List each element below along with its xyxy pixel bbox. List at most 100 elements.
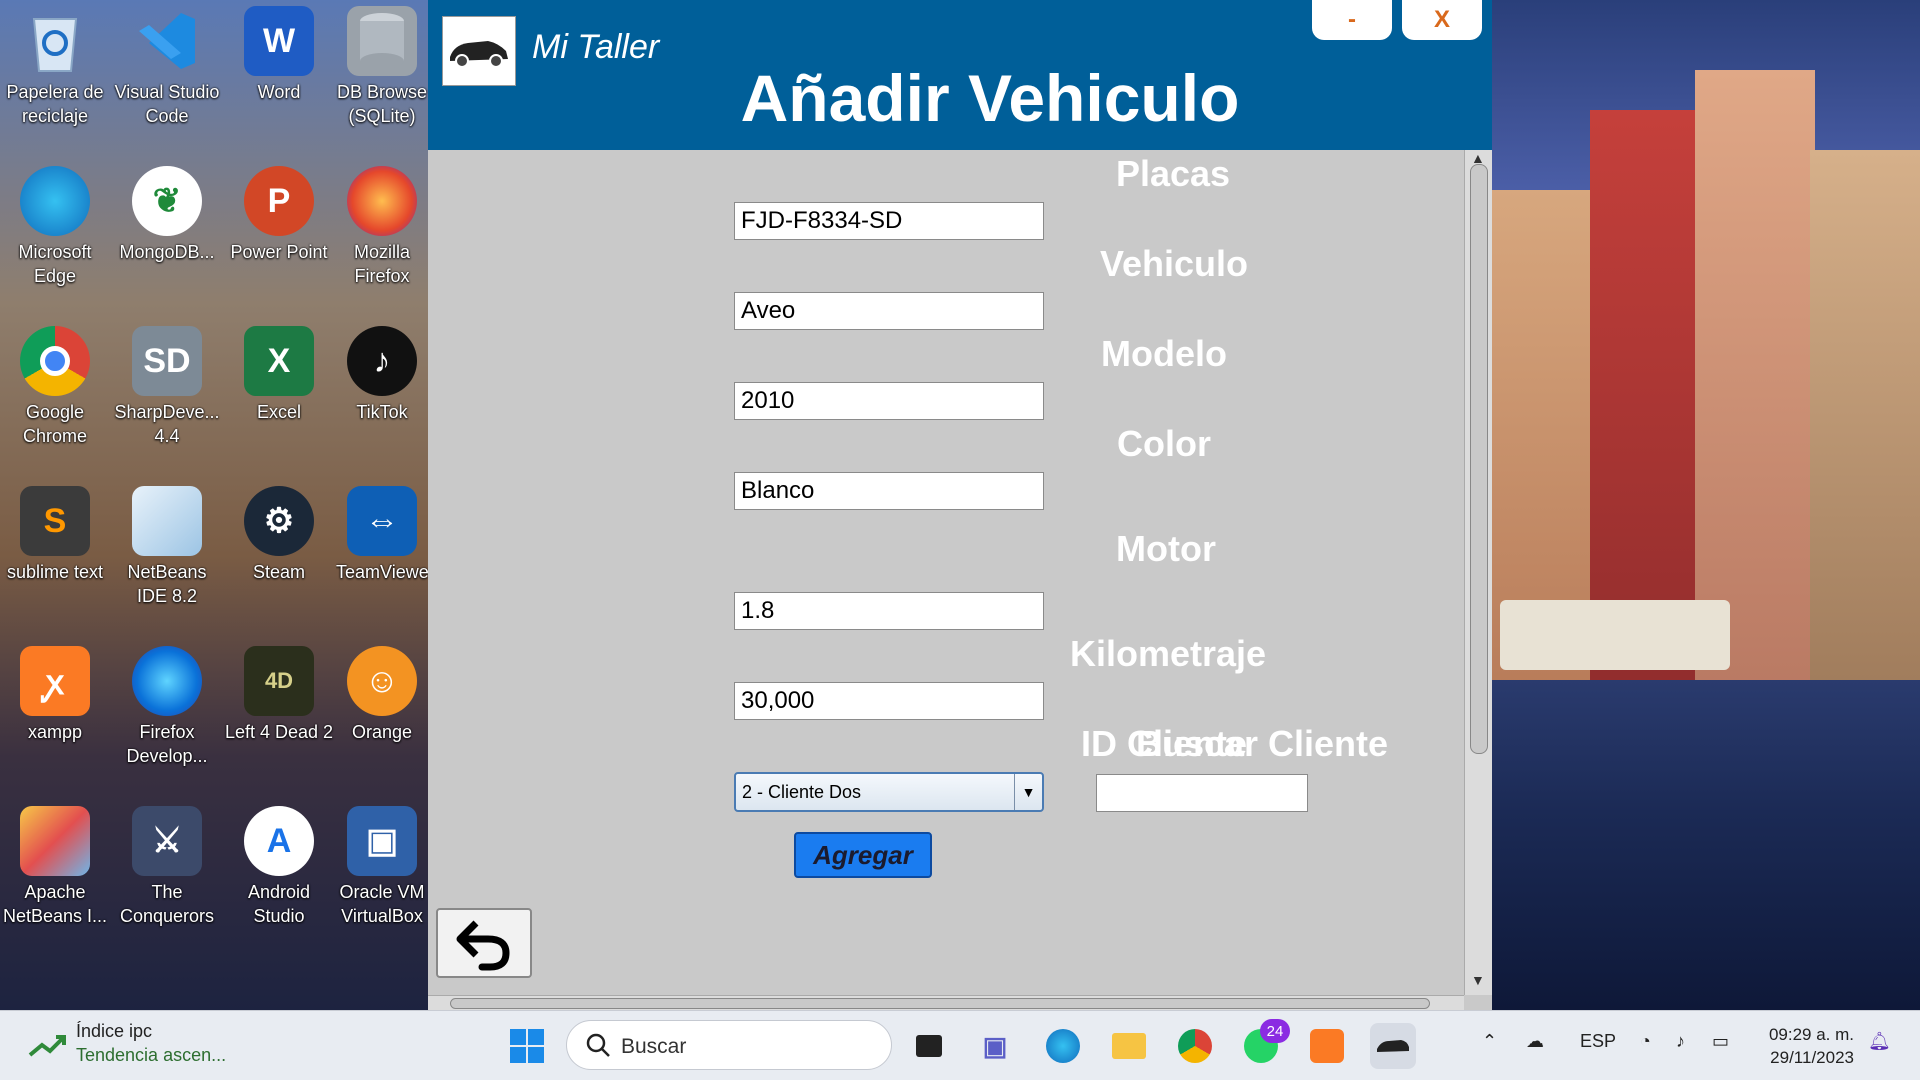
- buscar-cliente-input[interactable]: [1096, 774, 1308, 812]
- orange-icon: ☺: [347, 646, 417, 716]
- vehiculo-input[interactable]: Aveo: [734, 292, 1044, 330]
- kilometraje-label: Kilometraje: [1069, 633, 1267, 674]
- app-header: Mi Taller Añadir Vehiculo - X: [428, 0, 1492, 150]
- desktop-icon-excel[interactable]: X Excel: [224, 320, 334, 470]
- desktop-icon-teamviewer[interactable]: ⇔ TeamViewe: [336, 480, 428, 630]
- taskbar: Índice ipc Tendencia ascen... Buscar ▣ 2…: [0, 1010, 1920, 1080]
- desktop-icon-word[interactable]: W Word: [224, 0, 334, 150]
- desktop-icon-sublime[interactable]: S sublime text: [0, 480, 110, 630]
- desktop-icon-tiktok[interactable]: ♪ TikTok: [336, 320, 428, 470]
- android-studio-icon: A: [244, 806, 314, 876]
- task-view-icon: [916, 1035, 942, 1057]
- powerpoint-icon: P: [244, 166, 314, 236]
- desktop-icon-vscode[interactable]: Visual Studio Code: [112, 0, 222, 150]
- edge-taskbar-button[interactable]: [1040, 1023, 1086, 1069]
- horizontal-scroll-thumb[interactable]: [450, 998, 1430, 1009]
- mi-taller-taskbar-button[interactable]: [1370, 1023, 1416, 1069]
- folder-icon: [1112, 1033, 1146, 1059]
- kilometraje-input[interactable]: 30,000: [734, 682, 1044, 720]
- search-placeholder: Buscar: [621, 1035, 687, 1058]
- firefox-dev-icon: [132, 646, 202, 716]
- desktop-icon-db-browser[interactable]: DB Browse (SQLite): [336, 0, 428, 150]
- chevron-up-icon[interactable]: ⌃: [1482, 1031, 1497, 1052]
- chrome-taskbar-icon: [1178, 1029, 1212, 1063]
- motor-input[interactable]: 1.8: [734, 592, 1044, 630]
- desktop-icon-edge[interactable]: Microsoft Edge: [0, 160, 110, 310]
- taskbar-search[interactable]: Buscar: [566, 1020, 892, 1070]
- file-explorer-button[interactable]: [1106, 1023, 1152, 1069]
- placas-input[interactable]: FJD-F8334-SD: [734, 202, 1044, 240]
- database-icon: [347, 6, 417, 76]
- desktop-icon-conquerors[interactable]: ⚔ The Conquerors: [112, 800, 222, 950]
- cloud-sync-icon[interactable]: ☁: [1526, 1031, 1544, 1052]
- teams-button[interactable]: ▣: [972, 1023, 1018, 1069]
- tiktok-icon: ♪: [347, 326, 417, 396]
- desktop-icon-virtualbox[interactable]: ▣ Oracle VM VirtualBox: [336, 800, 428, 950]
- sharpdevelop-icon: SD: [132, 326, 202, 396]
- vscode-icon: [132, 6, 202, 76]
- vehicle-form: Placas FJD-F8334-SD Vehiculo Aveo Modelo…: [428, 150, 1464, 995]
- page-title: Añadir Vehiculo: [740, 61, 1240, 135]
- desktop-icon-mongodb[interactable]: ❦ MongoDB...: [112, 160, 222, 310]
- xampp-taskbar-button[interactable]: [1304, 1023, 1350, 1069]
- battery-icon[interactable]: ▭: [1712, 1031, 1729, 1052]
- horizontal-scrollbar[interactable]: [428, 995, 1464, 1010]
- back-button[interactable]: [436, 908, 532, 978]
- firefox-icon: [347, 166, 417, 236]
- notification-bell-icon[interactable]: 🔔︎: [1868, 1031, 1891, 1052]
- agregar-button[interactable]: Agregar: [794, 832, 932, 878]
- buscar-cliente-label: Buscar Cliente: [1135, 723, 1389, 764]
- desktop-icon-xampp[interactable]: ꭙ xampp: [0, 640, 110, 790]
- desktop-icons: Papelera de reciclaje Visual Studio Code…: [0, 0, 428, 1010]
- xampp-icon: ꭙ: [20, 646, 90, 716]
- conquerors-icon: ⚔: [132, 806, 202, 876]
- scroll-down-icon[interactable]: ▼: [1471, 972, 1485, 988]
- vertical-scroll-thumb[interactable]: [1470, 164, 1488, 754]
- system-clock[interactable]: 09:29 a. m. 29/11/2023: [1762, 1023, 1854, 1069]
- excel-icon: X: [244, 326, 314, 396]
- motor-label: Motor: [1116, 528, 1216, 569]
- desktop-icon-netbeans[interactable]: NetBeans IDE 8.2: [112, 480, 222, 630]
- apache-netbeans-icon: [20, 806, 90, 876]
- task-view-button[interactable]: [906, 1023, 952, 1069]
- language-indicator[interactable]: ESP: [1580, 1031, 1616, 1052]
- desktop-icon-steam[interactable]: ⚙ Steam: [224, 480, 334, 630]
- color-label: Color: [1117, 423, 1211, 464]
- wifi-icon[interactable]: ◔: [1640, 1031, 1651, 1052]
- chevron-down-icon[interactable]: ▼: [1014, 774, 1042, 810]
- xampp-taskbar-icon: [1310, 1029, 1344, 1063]
- vertical-scrollbar[interactable]: ▲ ▼: [1464, 150, 1492, 995]
- desktop-icon-orange[interactable]: ☺ Orange: [336, 640, 428, 790]
- modelo-label: Modelo: [1101, 333, 1227, 374]
- close-button[interactable]: X: [1402, 0, 1482, 40]
- car-icon: [1377, 1040, 1409, 1052]
- desktop-icon-powerpoint[interactable]: P Power Point: [224, 160, 334, 310]
- l4d2-icon: 4D: [244, 646, 314, 716]
- chrome-icon: [20, 326, 90, 396]
- teamviewer-icon: ⇔: [347, 486, 417, 556]
- mongodb-icon: ❦: [132, 166, 202, 236]
- color-input[interactable]: Blanco: [734, 472, 1044, 510]
- widget-title: Índice ipc: [76, 1021, 153, 1041]
- desktop-icon-l4d2[interactable]: 4D Left 4 Dead 2: [224, 640, 334, 790]
- edge-taskbar-icon: [1046, 1029, 1080, 1063]
- desktop-icon-firefox[interactable]: Mozilla Firefox: [336, 160, 428, 310]
- search-icon: [586, 1033, 610, 1057]
- modelo-input[interactable]: 2010: [734, 382, 1044, 420]
- desktop-icon-apache-netbeans[interactable]: Apache NetBeans I...: [0, 800, 110, 950]
- desktop-wallpaper-venice: [1480, 0, 1920, 1010]
- chrome-taskbar-button[interactable]: [1172, 1023, 1218, 1069]
- id-cliente-select[interactable]: 2 - Cliente Dos ▼: [734, 772, 1044, 812]
- desktop-icon-chrome[interactable]: Google Chrome: [0, 320, 110, 470]
- start-button[interactable]: [504, 1023, 550, 1069]
- desktop-icon-recycle-bin[interactable]: Papelera de reciclaje: [0, 0, 110, 150]
- vehiculo-label: Vehiculo: [1099, 243, 1249, 284]
- placas-label: Placas: [1115, 153, 1231, 194]
- volume-icon[interactable]: ♪: [1676, 1031, 1685, 1052]
- word-icon: W: [244, 6, 314, 76]
- desktop-icon-android-studio[interactable]: A Android Studio: [224, 800, 334, 950]
- desktop-icon-firefox-dev[interactable]: Firefox Develop...: [112, 640, 222, 790]
- minimize-button[interactable]: -: [1312, 0, 1392, 40]
- desktop-icon-sharpdevelop[interactable]: SD SharpDeve... 4.4: [112, 320, 222, 470]
- sublime-icon: S: [20, 486, 90, 556]
